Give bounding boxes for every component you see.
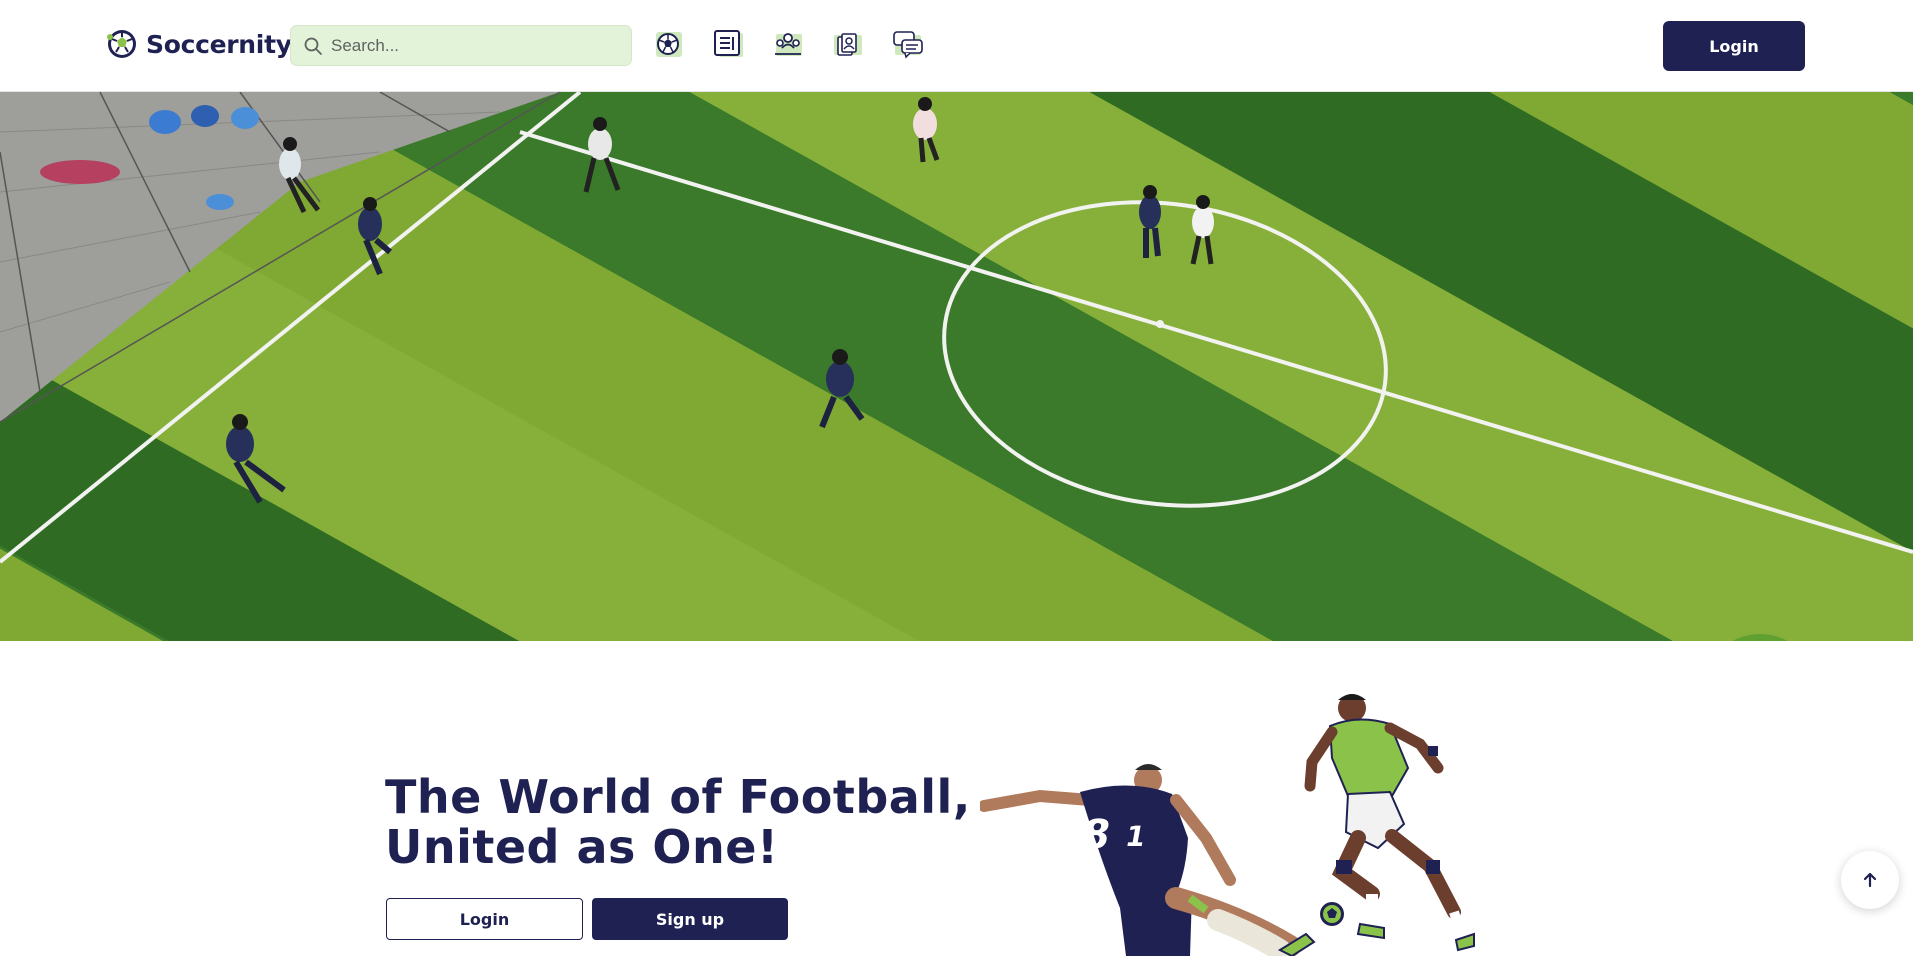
scroll-to-top-button[interactable] <box>1841 851 1899 909</box>
nav-news[interactable] <box>712 28 744 60</box>
nav-players[interactable] <box>832 28 864 60</box>
brand[interactable]: Soccernity <box>106 28 292 60</box>
signup-cta-button[interactable]: Sign up <box>592 898 788 940</box>
soccer-ball-logo-icon <box>107 30 136 58</box>
top-navbar: Soccernity Search... Login <box>0 0 1913 92</box>
arrow-up-icon <box>1863 872 1877 888</box>
search-input[interactable] <box>331 35 611 56</box>
news-icon <box>714 30 743 57</box>
player-cards-icon <box>834 33 862 56</box>
nav-community[interactable] <box>772 28 804 60</box>
nav-matches[interactable] <box>652 28 684 60</box>
football-players-illustration: 8 1 <box>980 694 1475 956</box>
kicking-player-figure: 8 1 <box>980 764 1316 956</box>
community-icon <box>775 33 802 56</box>
login-cta-button[interactable]: Login <box>386 898 583 940</box>
pitch-illustration <box>0 92 1913 641</box>
hero-pitch-image <box>0 92 1913 641</box>
chat-icon <box>893 31 923 59</box>
search-box[interactable] <box>290 25 632 66</box>
soccer-ball-icon <box>1320 902 1344 926</box>
search-icon <box>304 37 322 55</box>
hero-headline: The World of Football, United as One! <box>385 772 971 872</box>
login-button[interactable]: Login <box>1663 21 1805 71</box>
soccer-ball-icon <box>656 32 682 57</box>
nav-icon-bar <box>652 28 924 60</box>
headline-line-2: United as One! <box>385 820 779 874</box>
headline-line-1: The World of Football, <box>385 770 971 824</box>
nav-chat[interactable] <box>892 28 924 60</box>
brand-name: Soccernity <box>146 29 292 59</box>
